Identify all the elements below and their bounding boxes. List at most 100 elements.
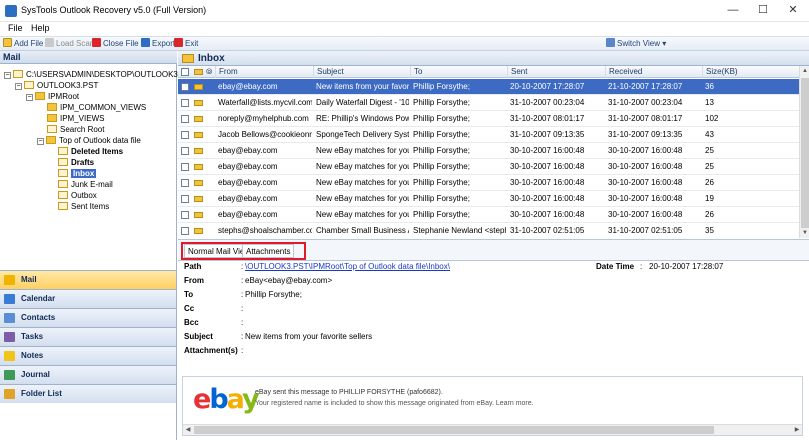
menu-file[interactable]: File [8, 23, 23, 33]
from-label: From [184, 276, 204, 285]
tree-node-pst[interactable]: − OUTLOOK3.PST [15, 80, 98, 91]
column-size[interactable]: Size(KB) [702, 66, 799, 78]
menu-help[interactable]: Help [31, 23, 50, 33]
cell-subject: Chamber Small Business Aw... [316, 226, 409, 235]
column-subject[interactable]: Subject [313, 66, 410, 78]
table-row[interactable]: ebay@ebay.com New items from your favorit… [178, 79, 799, 95]
drafts-icon [58, 158, 68, 166]
collapse-icon[interactable]: − [26, 94, 33, 101]
tree-node-junk-email[interactable]: Junk E-mail [58, 179, 113, 190]
maximize-button[interactable]: ☐ [748, 0, 778, 22]
row-checkbox[interactable] [181, 147, 189, 155]
nav-folder-list[interactable]: Folder List [0, 384, 176, 403]
cc-label: Cc [184, 304, 195, 313]
cell-size: 25 [705, 146, 714, 155]
table-row[interactable]: ebay@ebay.com New eBay matches for your .… [178, 159, 799, 175]
cell-size: 102 [705, 114, 719, 123]
collapse-icon[interactable]: − [37, 138, 44, 145]
add-file-button[interactable]: Add File [3, 38, 43, 50]
path-link[interactable]: \OUTLOOK3.PST\IPMRoot\Top of Outlook dat… [245, 261, 450, 273]
switch-view-button[interactable]: Switch View ▾ [606, 38, 666, 50]
row-checkbox[interactable] [181, 131, 189, 139]
column-sent[interactable]: Sent [507, 66, 605, 78]
cell-from: stephs@shoalschamber.com [218, 226, 312, 235]
folder-tree: − C:\USERS\ADMIN\DESKTOP\OUTLOOK3.PST − OU… [0, 67, 196, 267]
preview-hscrollbar[interactable]: ◀ ▶ [183, 424, 802, 435]
scroll-up-icon[interactable]: ▲ [800, 66, 809, 76]
nav-contacts[interactable]: Contacts [0, 308, 176, 327]
tree-node-deleted-items[interactable]: Deleted Items [58, 146, 123, 157]
row-checkbox[interactable] [181, 99, 189, 107]
table-row[interactable]: ebay@ebay.com New eBay matches for your .… [178, 143, 799, 159]
inbox-icon [58, 169, 68, 177]
tree-node-drafts[interactable]: Drafts [58, 157, 94, 168]
message-body-preview[interactable]: ebay eBay sent this message to PHILLIP F… [182, 376, 803, 436]
column-received[interactable]: Received [605, 66, 702, 78]
export-button[interactable]: Export [141, 38, 175, 50]
row-checkbox[interactable] [181, 83, 189, 91]
nav-calendar[interactable]: Calendar [0, 289, 176, 308]
scroll-down-icon[interactable]: ▼ [800, 228, 809, 238]
table-row[interactable]: noreply@myhelphub.com RE: Phillip's Windo… [178, 111, 799, 127]
row-checkbox[interactable] [181, 163, 189, 171]
row-checkbox[interactable] [181, 115, 189, 123]
tree-node-ipmroot[interactable]: − IPMRoot [26, 91, 79, 102]
column-from[interactable]: From [215, 66, 313, 78]
cell-size: 43 [705, 130, 714, 139]
message-list-scrollbar[interactable]: ▲ ▼ [799, 66, 809, 238]
close-window-button[interactable]: ✕ [778, 0, 808, 22]
table-row[interactable]: Jacob Bellows@cookieonru... SpongeTech De… [178, 127, 799, 143]
envelope-icon [194, 116, 203, 122]
select-all-checkbox[interactable] [181, 68, 189, 76]
table-row[interactable]: Waterfall@lists.mycvil.com Daily Waterfal… [178, 95, 799, 111]
exit-label: Exit [185, 39, 199, 48]
table-row[interactable]: ebay@ebay.com New eBay matches for your .… [178, 175, 799, 191]
nav-notes[interactable]: Notes [0, 346, 176, 365]
nav-mail[interactable]: Mail [0, 270, 176, 289]
row-checkbox[interactable] [181, 179, 189, 187]
scroll-left-icon[interactable]: ◀ [183, 425, 193, 435]
scroll-right-icon[interactable]: ▶ [792, 425, 802, 435]
tree-node-inbox[interactable]: Inbox [58, 168, 97, 179]
collapse-icon[interactable]: − [4, 72, 11, 79]
tree-node-search-root[interactable]: Search Root [47, 124, 104, 135]
cell-subject: New eBay matches for your ... [316, 162, 409, 171]
tree-node-sent-items[interactable]: Sent Items [58, 201, 109, 212]
minimize-button[interactable]: — [718, 0, 748, 22]
tree-node-top-of-data-file[interactable]: − Top of Outlook data file [37, 135, 141, 146]
tree-node-outbox[interactable]: Outbox [58, 190, 97, 201]
nav-journal[interactable]: Journal [0, 365, 176, 384]
nav-tasks[interactable]: Tasks [0, 327, 176, 346]
tree-node-ipm-views[interactable]: IPM_VIEWS [47, 113, 104, 124]
envelope-icon [194, 180, 203, 186]
message-details: Path : \OUTLOOK3.PST\IPMRoot\Top of Outl… [178, 261, 809, 440]
scroll-thumb[interactable] [194, 426, 714, 434]
close-file-icon [92, 38, 101, 47]
scroll-thumb[interactable] [801, 78, 809, 228]
outbox-icon [58, 191, 68, 199]
notes-icon [4, 351, 15, 361]
body-line-1: eBay sent this message to PHILLIP FORSYT… [255, 389, 443, 396]
tree-label: Junk E-mail [71, 180, 113, 189]
cell-to: Phillip Forsythe; [413, 98, 470, 107]
tab-attachments[interactable]: Attachments [242, 244, 295, 258]
table-row[interactable]: ebay@ebay.com New eBay matches for your .… [178, 207, 799, 223]
envelope-icon [194, 69, 203, 75]
load-scan-button[interactable]: Load Scan [45, 38, 94, 50]
cell-received: 30-10-2007 16:00:48 [608, 178, 683, 187]
table-row[interactable]: stephs@shoalschamber.com Chamber Small Bu… [178, 223, 799, 238]
cell-to: Phillip Forsythe; [413, 162, 470, 171]
datetime-colon: : [640, 262, 643, 271]
collapse-icon[interactable]: − [15, 83, 22, 90]
tree-label: IPM_VIEWS [60, 114, 105, 123]
row-checkbox[interactable] [181, 211, 189, 219]
table-row[interactable]: ebay@ebay.com New eBay matches for your .… [178, 191, 799, 207]
close-file-button[interactable]: Close File [92, 38, 139, 50]
tree-node-drive[interactable]: − C:\USERS\ADMIN\DESKTOP\OUTLOOK3.PST [4, 69, 196, 80]
column-to[interactable]: To [410, 66, 507, 78]
row-checkbox[interactable] [181, 227, 189, 235]
row-checkbox[interactable] [181, 195, 189, 203]
exit-button[interactable]: Exit [174, 38, 198, 50]
tree-node-ipm-common-views[interactable]: IPM_COMMON_VIEWS [47, 102, 146, 113]
envelope-icon [194, 84, 203, 90]
